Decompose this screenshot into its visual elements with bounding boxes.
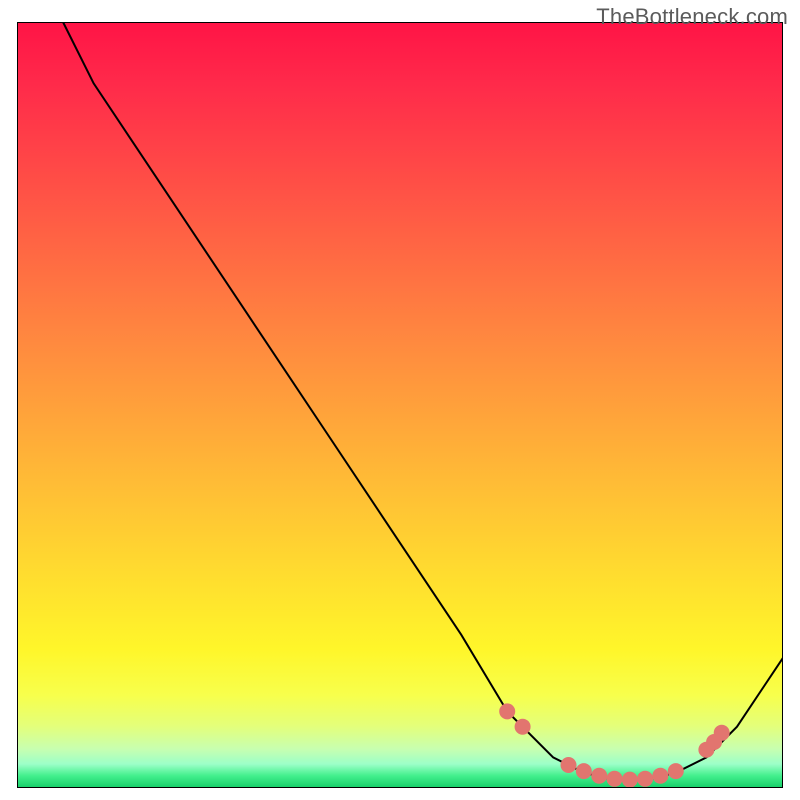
plot-outer (17, 22, 783, 788)
attribution-label: TheBottleneck.com (596, 4, 788, 30)
marker-dot (622, 772, 638, 788)
marker-dot (652, 768, 668, 784)
marker-dot (637, 771, 653, 787)
marker-dot (668, 763, 684, 779)
marker-dot (714, 725, 730, 741)
marker-dot (561, 757, 577, 773)
marker-dot (576, 763, 592, 779)
optimal-range-dots (499, 703, 730, 787)
chart-container: TheBottleneck.com (0, 0, 800, 800)
marker-dot (607, 771, 623, 787)
plot-area (17, 22, 783, 788)
marker-dot (515, 719, 531, 735)
bottleneck-curve (63, 22, 783, 780)
curve-layer (17, 22, 783, 788)
marker-dot (591, 768, 607, 784)
marker-dot (499, 703, 515, 719)
